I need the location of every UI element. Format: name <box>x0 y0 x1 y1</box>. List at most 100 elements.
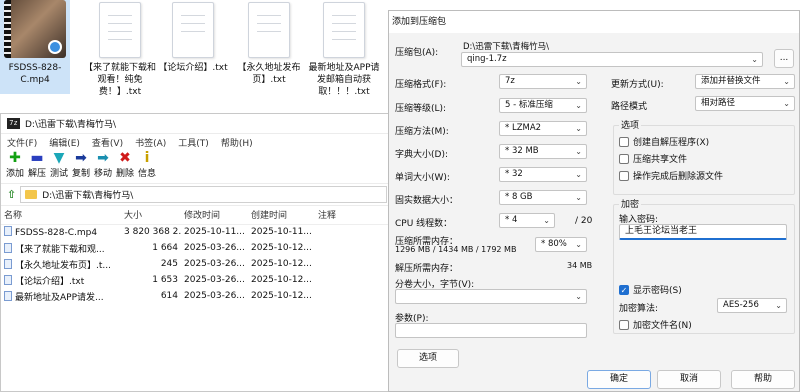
format-label: 压缩格式(F): <box>395 80 447 90</box>
ok-button[interactable]: 确定 <box>587 370 651 389</box>
col-name[interactable]: 名称 <box>1 206 121 225</box>
menu-file[interactable]: 文件(F) <box>7 136 37 149</box>
cpu-select[interactable]: * 4 ⌄ <box>499 213 555 228</box>
chevron-down-icon: ⌄ <box>575 101 582 110</box>
menu-bookmarks[interactable]: 书签(A) <box>135 136 166 149</box>
encrypt-names-label: 加密文件名(N) <box>633 321 692 331</box>
cell-size: 1 653 <box>152 275 178 285</box>
table-row[interactable]: FSDSS-828-C.mp4 3 820 368 2... 2025-10-11.… <box>1 224 391 240</box>
cancel-button[interactable]: 取消 <box>657 370 721 389</box>
col-ctime[interactable]: 创建时间 <box>248 206 315 225</box>
enc-method-select[interactable]: AES-256 ⌄ <box>717 298 787 313</box>
encrypt-names-checkbox[interactable]: 加密文件名(N) <box>619 318 692 331</box>
pathmode-select[interactable]: 相对路径 ⌄ <box>695 96 795 111</box>
delete-after-label: 操作完成后删除源文件 <box>633 172 724 182</box>
menu-bar: 文件(F) 编辑(E) 查看(V) 书签(A) 工具(T) 帮助(H) <box>1 134 391 150</box>
col-size[interactable]: 大小 <box>121 206 181 225</box>
update-select[interactable]: 添加并替换文件 ⌄ <box>695 74 795 89</box>
minus-icon: ▬ <box>30 150 44 166</box>
dmem-value: 34 MB <box>567 261 593 270</box>
chevron-down-icon: ⌄ <box>575 193 582 202</box>
toolbar-button-4[interactable]: ➡ 移动 <box>93 150 113 183</box>
file-name: 【来了就能下载和观... <box>15 244 105 255</box>
browse-button[interactable]: ... <box>774 49 794 68</box>
split-select[interactable]: ⌄ <box>395 289 587 304</box>
text-file-icon <box>248 2 290 58</box>
show-password-checkbox[interactable]: ✓ 显示密码(S) <box>619 283 682 296</box>
table-row[interactable]: 【论坛介绍】.txt 1 653 2025-03-26... 2025-10-12..… <box>1 272 391 288</box>
desktop-item-video[interactable]: FSDSS-828-C.mp4 <box>0 0 70 94</box>
menu-view[interactable]: 查看(V) <box>92 136 123 149</box>
desktop-item-text[interactable]: 最新地址及APP请发邮箱自动获取！！！.txt <box>306 0 382 98</box>
word-select[interactable]: * 32 ⌄ <box>499 167 587 182</box>
chevron-down-icon: ⌄ <box>575 124 582 133</box>
solid-label: 固实数据大小： <box>395 196 459 206</box>
params-input[interactable] <box>395 323 587 338</box>
desktop-item-label: 【论坛介绍】.txt <box>158 63 228 73</box>
menu-help[interactable]: 帮助(H) <box>221 136 253 149</box>
table-row[interactable]: 最新地址及APP请发... 614 2025-03-26... 2025-10-12.… <box>1 288 391 304</box>
desktop-item-text[interactable]: 【论坛介绍】.txt <box>158 0 228 74</box>
help-button[interactable]: 帮助 <box>731 370 795 389</box>
menu-tools[interactable]: 工具(T) <box>178 136 209 149</box>
col-comment[interactable]: 注释 <box>315 206 391 225</box>
file-manager-window: 7z D:\迅雷下载\青梅竹马\ 文件(F) 编辑(E) 查看(V) 书签(A)… <box>0 113 392 392</box>
menu-edit[interactable]: 编辑(E) <box>49 136 80 149</box>
window-titlebar[interactable]: 7z D:\迅雷下载\青梅竹马\ <box>1 114 391 134</box>
password-input[interactable]: 上毛王论坛当老王 <box>619 224 787 240</box>
path-field[interactable]: D:\迅雷下载\青梅竹马\ <box>20 186 387 203</box>
cell-size: 245 <box>160 259 178 269</box>
mem-select[interactable]: * 80% ⌄ <box>535 237 587 252</box>
options-button[interactable]: 选项 <box>397 349 459 368</box>
toolbar-button-0[interactable]: ✚ 添加 <box>5 150 25 183</box>
toolbar: ✚ 添加 ▬ 解压 ▼ 测试 ➡ 复制 ➡ 移动 ✖ 删除 i 信息 <box>1 150 391 184</box>
file-icon <box>4 290 12 301</box>
toolbar-button-5[interactable]: ✖ 删除 <box>115 150 135 183</box>
cell-comment <box>315 240 391 256</box>
pathmode-label: 路径模式 <box>611 102 648 112</box>
chevron-down-icon: ⌄ <box>783 99 790 108</box>
toolbar-button-1[interactable]: ▬ 解压 <box>27 150 47 183</box>
sfx-checkbox[interactable]: 创建自解压程序(X) <box>619 135 709 148</box>
col-mtime[interactable]: 修改时间 <box>181 206 248 225</box>
toolbar-label: 解压 <box>27 169 46 179</box>
delete-after-checkbox[interactable]: 操作完成后删除源文件 <box>619 169 723 182</box>
archive-name-combo[interactable]: qing-1.7z ⌄ <box>461 52 763 67</box>
mem-detail: 1296 MB / 1434 MB / 1792 MB <box>395 245 517 254</box>
up-folder-icon[interactable]: ⇧ <box>7 188 16 201</box>
toolbar-button-2[interactable]: ▼ 测试 <box>49 150 69 183</box>
solid-select[interactable]: * 8 GB ⌄ <box>499 190 587 205</box>
cell-mtime: 2025-03-26... <box>184 243 245 253</box>
update-value: 添加并替换文件 <box>701 76 761 86</box>
shared-checkbox[interactable]: 压缩共享文件 <box>619 152 687 165</box>
method-value: * LZMA2 <box>505 123 542 133</box>
level-select[interactable]: 5 - 标准压缩 ⌄ <box>499 98 587 113</box>
archive-path: D:\迅雷下载\青梅竹马\ <box>463 42 550 52</box>
cell-mtime: 2025-03-26... <box>184 291 245 301</box>
cell-name: 【论坛介绍】.txt <box>1 272 121 288</box>
show-password-label: 显示密码(S) <box>633 286 682 296</box>
text-file-icon <box>172 2 214 58</box>
format-select[interactable]: 7z ⌄ <box>499 74 587 89</box>
toolbar-button-6[interactable]: i 信息 <box>137 150 157 183</box>
check-icon: ✓ <box>619 284 629 295</box>
file-icon <box>4 242 12 253</box>
dict-select[interactable]: * 32 MB ⌄ <box>499 144 587 159</box>
desktop-item-text[interactable]: 【永久地址发布页】.txt <box>234 0 304 86</box>
table-row[interactable]: 【永久地址发布页】.t... 245 2025-03-26... 2025-10-12… <box>1 256 391 272</box>
file-icon <box>4 258 12 269</box>
cpu-label: CPU 线程数： <box>395 219 453 229</box>
toolbar-label: 删除 <box>115 169 134 179</box>
add-to-archive-dialog: 添加到压缩包 压缩包(A): D:\迅雷下载\青梅竹马\ qing-1.7z ⌄ … <box>388 10 800 392</box>
cell-comment <box>315 288 391 304</box>
word-value: * 32 <box>505 169 523 179</box>
table-row[interactable]: 【来了就能下载和观... 1 664 2025-03-26... 2025-10-12… <box>1 240 391 256</box>
desktop-item-text[interactable]: 【来了就能下载和观看！纯免费！】.txt <box>84 0 156 98</box>
file-name: 【论坛介绍】.txt <box>15 276 85 287</box>
cell-name: 最新地址及APP请发... <box>1 288 121 304</box>
toolbar-button-3[interactable]: ➡ 复制 <box>71 150 91 183</box>
chevron-down-icon: ⌄ <box>543 216 550 225</box>
method-select[interactable]: * LZMA2 ⌄ <box>499 121 587 136</box>
desktop-item-label: 【永久地址发布页】.txt <box>237 63 301 85</box>
mem-pct-value: * 80% <box>541 239 567 249</box>
